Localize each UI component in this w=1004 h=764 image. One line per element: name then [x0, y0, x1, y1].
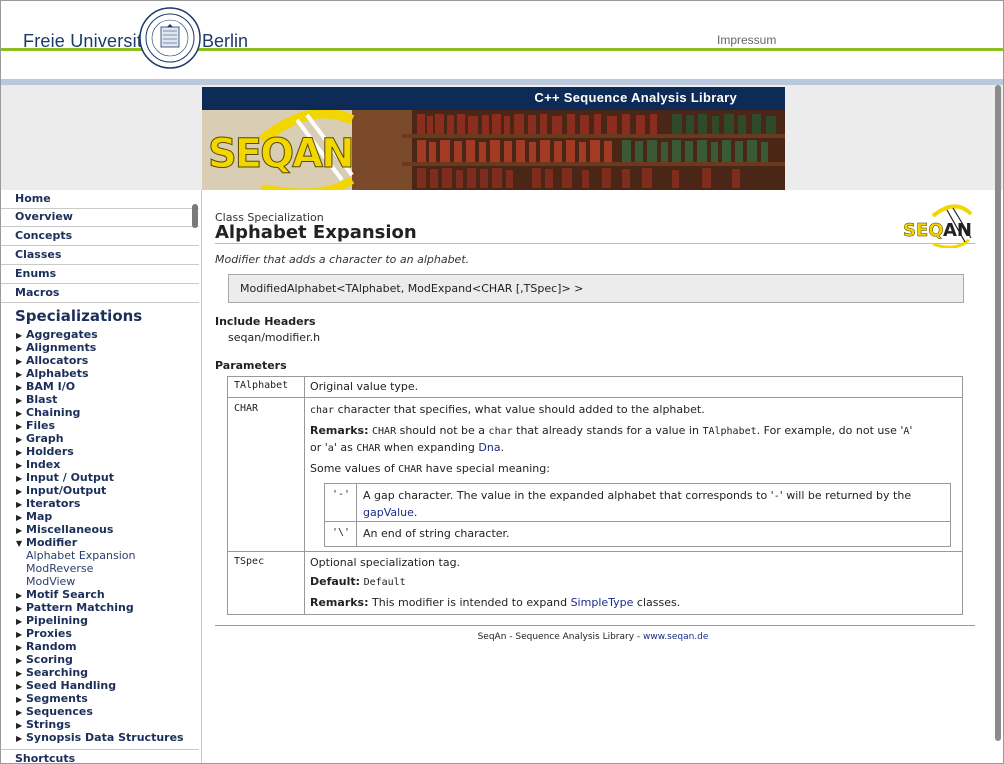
gapvalue-link[interactable]: gapValue [363, 506, 414, 519]
category-strings[interactable]: ▶ Strings [16, 718, 71, 731]
category-sequences[interactable]: ▶ Sequences [16, 705, 93, 718]
special-value-name: '\' [332, 527, 351, 538]
simpletype-link[interactable]: SimpleType [571, 596, 634, 609]
dna-link[interactable]: Dna [478, 441, 500, 454]
page-footer: SeqAn - Sequence Analysis Library - www.… [477, 632, 709, 642]
triangle-down-icon: ▼ [16, 539, 23, 548]
category-files[interactable]: ▶ Files [16, 419, 55, 432]
category-alignments[interactable]: ▶ Alignments [16, 341, 96, 354]
special-value-text-cont: gapValue. [363, 506, 418, 519]
category-pipelining[interactable]: ▶ Pipelining [16, 614, 88, 627]
nav-overview[interactable]: Overview [1, 208, 199, 227]
category-random[interactable]: ▶ Random [16, 640, 77, 653]
university-name-right: Berlin [202, 31, 249, 51]
category-pattern-matching[interactable]: ▶ Pattern Matching [16, 601, 134, 614]
main-scrollbar[interactable] [995, 85, 1001, 741]
seqan-logo: SEQAN [208, 131, 356, 178]
category-searching[interactable]: ▶ Searching [16, 666, 88, 679]
class-signature: ModifiedAlphabet<TAlphabet, ModExpand<CH… [240, 282, 584, 295]
university-name-left: Freie Universität [23, 31, 158, 51]
sub-item-modview[interactable]: ModView [26, 575, 75, 588]
nav-macros[interactable]: Macros [1, 284, 199, 303]
category-aggregates[interactable]: ▶ Aggregates [16, 328, 98, 341]
svg-text:AN: AN [943, 220, 972, 241]
table-row: '-' A gap character. The value in the ex… [325, 484, 950, 522]
category-map[interactable]: ▶ Map [16, 510, 52, 523]
category-chaining[interactable]: ▶ Chaining [16, 406, 80, 419]
triangle-right-icon: ▶ [16, 734, 23, 743]
page-title: Alphabet Expansion [215, 222, 417, 243]
special-values-intro: Some values of CHAR have special meaning… [310, 462, 550, 475]
footer-divider [215, 625, 975, 626]
banner-title-bar: C++ Sequence Analysis Library [202, 87, 785, 110]
param-remarks: Remarks: This modifier is intended to ex… [310, 596, 681, 609]
seqan-banner[interactable]: C++ Sequence Analysis Library SEQAN [202, 87, 785, 190]
category-input-output[interactable]: ▶ Input/Output [16, 484, 106, 497]
category-iterators[interactable]: ▶ Iterators [16, 497, 80, 510]
category-graph[interactable]: ▶ Graph [16, 432, 64, 445]
nav-concepts[interactable]: Concepts [1, 227, 199, 246]
sidebar-scrollbar[interactable] [192, 204, 198, 228]
category-synopsis-data-structures[interactable]: ▶ Synopsis Data Structures [16, 731, 184, 744]
special-values-table: '-' A gap character. The value in the ex… [324, 483, 951, 547]
param-remarks-cont: or 'a' as CHAR when expanding Dna. [310, 441, 505, 454]
nav-home[interactable]: Home [1, 190, 199, 209]
parameters-heading: Parameters [215, 359, 287, 372]
category-miscellaneous[interactable]: ▶ Miscellaneous [16, 523, 113, 536]
university-header: Freie Universität Berlin Impressum [1, 1, 1003, 79]
sidebar-nav: Home Overview Concepts Classes Enums Mac… [1, 190, 202, 763]
banner-title: C++ Sequence Analysis Library [534, 90, 737, 105]
page-summary: Modifier that adds a character to an alp… [215, 253, 470, 266]
svg-text:SEQ: SEQ [903, 220, 944, 241]
category-input-output-spaced[interactable]: ▶ Input / Output [16, 471, 114, 484]
university-seal-icon [139, 7, 201, 69]
category-proxies[interactable]: ▶ Proxies [16, 627, 72, 640]
nav-enums[interactable]: Enums [1, 265, 199, 284]
category-segments[interactable]: ▶ Segments [16, 692, 88, 705]
table-row: TSpec Optional specialization tag. Defau… [228, 552, 962, 614]
table-row: TAlphabet Original value type. [228, 377, 962, 398]
category-holders[interactable]: ▶ Holders [16, 445, 74, 458]
specializations-heading: Specializations [15, 307, 143, 325]
category-bam-io[interactable]: ▶ BAM I/O [16, 380, 75, 393]
special-value-name: '-' [332, 489, 351, 500]
category-modifier[interactable]: ▼ Modifier [16, 536, 77, 549]
param-name: TAlphabet [234, 380, 289, 391]
param-desc: char character that specifies, what valu… [310, 403, 705, 416]
impressum-link[interactable]: Impressum [717, 33, 776, 47]
include-file: seqan/modifier.h [228, 331, 321, 344]
category-motif-search[interactable]: ▶ Motif Search [16, 588, 105, 601]
nav-classes[interactable]: Classes [1, 246, 199, 265]
category-blast[interactable]: ▶ Blast [16, 393, 57, 406]
param-desc: Original value type. [310, 380, 419, 393]
param-remarks: Remarks: CHAR should not be a char that … [310, 424, 913, 437]
special-value-text: An end of string character. [363, 527, 510, 540]
seqan-logo-icon[interactable]: SEQ AN [903, 200, 975, 248]
table-row: '\' An end of string character. [325, 522, 950, 546]
signature-box: ModifiedAlphabet<TAlphabet, ModExpand<CH… [228, 274, 964, 303]
include-headers-heading: Include Headers [215, 315, 316, 328]
param-default: Default: Default [310, 575, 406, 588]
table-row: CHAR char character that specifies, what… [228, 398, 962, 552]
category-scoring[interactable]: ▶ Scoring [16, 653, 73, 666]
browser-page: Freie Universität Berlin Impressum C++ S… [0, 0, 1004, 764]
category-seed-handling[interactable]: ▶ Seed Handling [16, 679, 116, 692]
nav-shortcuts[interactable]: Shortcuts [1, 749, 199, 763]
special-value-text: A gap character. The value in the expand… [363, 489, 912, 502]
seqan-website-link[interactable]: www.seqan.de [643, 632, 708, 642]
parameters-table: TAlphabet Original value type. CHAR char… [227, 376, 963, 615]
param-desc: Optional specialization tag. [310, 556, 461, 569]
title-divider [215, 243, 975, 244]
param-name: CHAR [234, 403, 259, 414]
sub-item-modreverse[interactable]: ModReverse [26, 562, 93, 575]
category-alphabets[interactable]: ▶ Alphabets [16, 367, 89, 380]
sub-item-alphabet-expansion[interactable]: Alphabet Expansion [26, 549, 135, 562]
param-name: TSpec [234, 556, 265, 567]
main-content: Class Specialization Alphabet Expansion … [203, 190, 993, 763]
category-index[interactable]: ▶ Index [16, 458, 60, 471]
category-allocators[interactable]: ▶ Allocators [16, 354, 88, 367]
